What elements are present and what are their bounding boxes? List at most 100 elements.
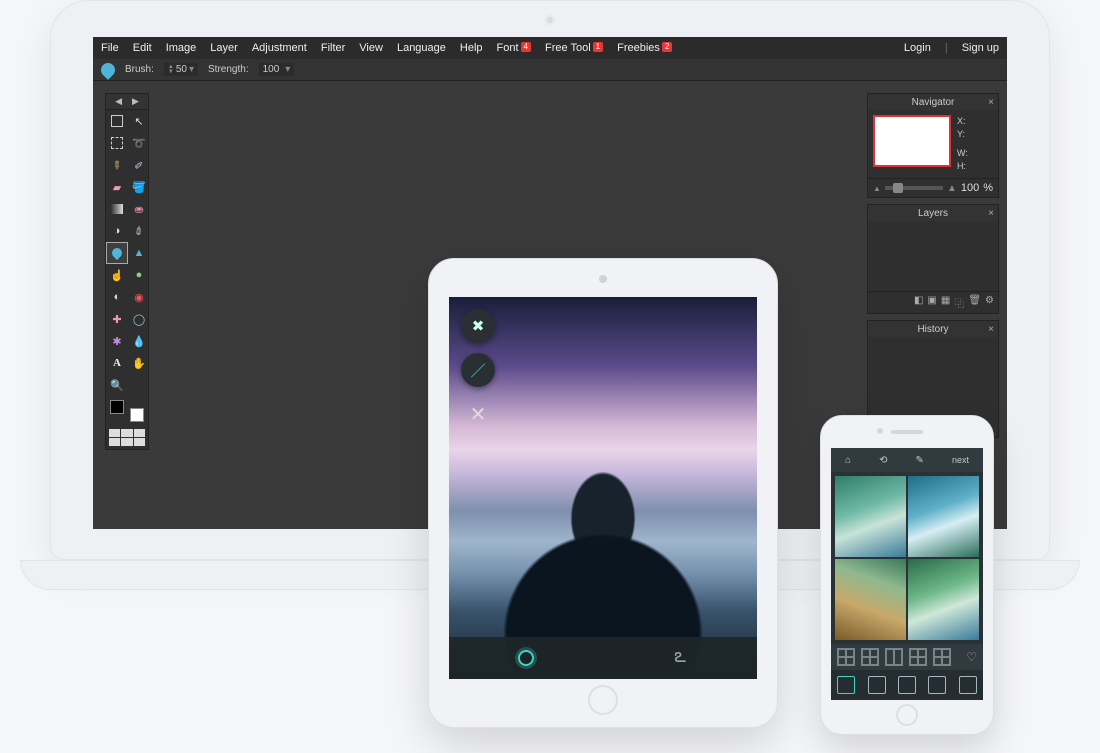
phone-collage[interactable] — [831, 472, 983, 644]
tablet-record-button[interactable] — [514, 646, 538, 670]
phone-home-button[interactable] — [896, 704, 918, 726]
tablet-effects-button[interactable]: ఽ — [668, 646, 692, 670]
favorite-icon[interactable]: ♡ — [966, 650, 977, 664]
foreground-color[interactable] — [110, 400, 124, 414]
zoom-out-icon[interactable]: ▲ — [873, 184, 881, 193]
layer-delete-icon[interactable]: 🗑 — [968, 295, 981, 310]
zoom-in-icon[interactable]: ▲ — [947, 183, 957, 194]
tool-sponge[interactable]: ● — [128, 264, 150, 286]
menu-font-label: Font — [497, 42, 519, 54]
tool-smudge[interactable]: ☝ — [106, 264, 128, 286]
navigator-title: Navigator — [912, 97, 955, 108]
phone-tab[interactable] — [868, 676, 886, 694]
nav-x-label: X: — [957, 115, 968, 128]
menu-language[interactable]: Language — [397, 42, 446, 54]
tool-spot-heal[interactable]: ✚ — [106, 308, 128, 330]
toolbox-thumbnails — [106, 426, 148, 449]
tool-red-eye[interactable]: ◉ — [128, 286, 150, 308]
phone-tab[interactable] — [837, 676, 855, 694]
tool-gradient[interactable] — [106, 198, 128, 220]
phone-tab[interactable] — [959, 676, 977, 694]
layout-option[interactable] — [909, 648, 927, 666]
collage-cell[interactable] — [835, 559, 906, 640]
layer-duplicate-icon[interactable]: ⿻ — [954, 295, 964, 310]
menu-free-tool[interactable]: Free Tool1 — [545, 42, 603, 54]
menu-bar: File Edit Image Layer Adjustment Filter … — [93, 37, 1007, 59]
menu-image[interactable]: Image — [166, 42, 197, 54]
laptop-camera — [545, 15, 555, 25]
layer-mask-icon[interactable]: ▣ — [927, 295, 936, 310]
navigator-panel: Navigator× X: Y: W: H: ▲ — [867, 93, 999, 198]
phone-layout-picker: ♡ — [831, 644, 983, 670]
brush-label: Brush: — [125, 64, 154, 75]
menu-view[interactable]: View — [359, 42, 383, 54]
phone-app: ⌂ ⟲ ✎ next ♡ — [831, 448, 983, 700]
color-swatches[interactable] — [110, 400, 144, 422]
tablet-app: ✖ ／ ✕ ఽ — [449, 297, 757, 679]
brush-size-control[interactable]: ▲▼ 50 ▾ — [164, 63, 198, 76]
toolbox-header: ◀ ▶ — [106, 94, 148, 110]
menu-layer[interactable]: Layer — [210, 42, 238, 54]
phone-next-button[interactable]: next — [952, 455, 969, 465]
strength-value: 100 — [263, 64, 280, 75]
menu-adjustment[interactable]: Adjustment — [252, 42, 307, 54]
layers-body[interactable] — [868, 221, 998, 291]
phone-edit-icon[interactable]: ✎ — [916, 455, 924, 466]
layer-opacity-icon[interactable]: ◧ — [914, 295, 923, 310]
strength-label: Strength: — [208, 64, 249, 75]
history-close-icon[interactable]: × — [988, 324, 994, 335]
phone-tab[interactable] — [898, 676, 916, 694]
layers-close-icon[interactable]: × — [988, 208, 994, 219]
menu-font[interactable]: Font4 — [497, 42, 531, 54]
tool-hand[interactable]: ✋ — [128, 352, 150, 374]
tablet-eraser-button[interactable]: ✖ — [461, 309, 495, 343]
tool-grid: ↖➰✎✏▰🪣⛂◑✐▲☝●◐◉✚◯✱💧A✋🔍 — [106, 110, 148, 396]
strength-control[interactable]: 100 ▾ — [259, 63, 295, 76]
toolbox-panel: ◀ ▶ ↖➰✎✏▰🪣⛂◑✐▲☝●◐◉✚◯✱💧A✋🔍 — [105, 93, 149, 450]
login-link[interactable]: Login — [904, 42, 931, 54]
layer-fx-icon[interactable]: ⚙ — [985, 295, 994, 310]
tablet-camera — [599, 275, 607, 283]
tool-eyedropper[interactable]: 💧 — [128, 330, 150, 352]
tablet-canvas-image[interactable] — [449, 297, 757, 679]
tool-eraser[interactable]: ▰ — [106, 176, 128, 198]
menu-freebies[interactable]: Freebies2 — [617, 42, 672, 54]
layout-option[interactable] — [837, 648, 855, 666]
tool-dodge[interactable]: ◐ — [106, 286, 128, 308]
navigator-close-icon[interactable]: × — [988, 97, 994, 108]
background-color[interactable] — [130, 408, 144, 422]
navigator-preview[interactable] — [873, 115, 951, 167]
tool-crop[interactable] — [106, 110, 128, 132]
menu-edit[interactable]: Edit — [133, 42, 152, 54]
tool-bloat[interactable]: ◯ — [128, 308, 150, 330]
signup-link[interactable]: Sign up — [962, 42, 999, 54]
menu-file[interactable]: File — [101, 42, 119, 54]
tool-pinch[interactable]: ✱ — [106, 330, 128, 352]
phone-home-icon[interactable]: ⌂ — [845, 455, 851, 466]
phone-top-bar: ⌂ ⟲ ✎ next — [831, 448, 983, 472]
layout-option[interactable] — [933, 648, 951, 666]
tool-type[interactable]: A — [106, 352, 128, 374]
toolbox-next[interactable]: ▶ — [132, 96, 139, 107]
layout-option[interactable] — [885, 648, 903, 666]
menu-help[interactable]: Help — [460, 42, 483, 54]
navigator-zoom-slider[interactable]: ▲ ▲ 100 % — [868, 178, 998, 197]
tool-zoom[interactable]: 🔍 — [106, 374, 128, 396]
tablet-home-button[interactable] — [588, 685, 618, 715]
phone-tab[interactable] — [928, 676, 946, 694]
collage-cell[interactable] — [908, 476, 979, 557]
collage-cell[interactable] — [835, 476, 906, 557]
phone-rotate-icon[interactable]: ⟲ — [879, 455, 887, 466]
tablet-close-button[interactable]: ✕ — [461, 397, 495, 431]
zoom-value: 100 — [961, 182, 979, 194]
tool-move-arrow[interactable]: ↖ — [128, 110, 150, 132]
collage-cell[interactable] — [908, 559, 979, 640]
layer-new-icon[interactable]: ▦ — [941, 295, 950, 310]
menu-filter[interactable]: Filter — [321, 42, 345, 54]
tool-blur[interactable] — [106, 242, 128, 264]
toolbox-prev[interactable]: ◀ — [115, 96, 122, 107]
tablet-brush-button[interactable]: ／ — [461, 353, 495, 387]
tool-paint-bucket[interactable]: 🪣 — [128, 176, 150, 198]
layout-option[interactable] — [861, 648, 879, 666]
tool-sharpen[interactable]: ▲ — [128, 242, 150, 264]
